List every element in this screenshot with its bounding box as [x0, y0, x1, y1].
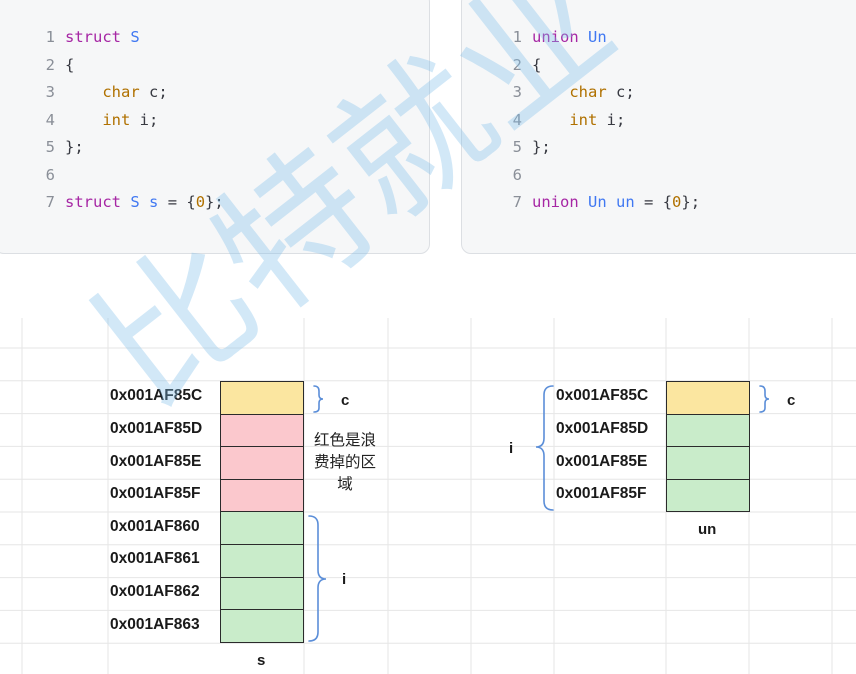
union-c-brace: [759, 385, 770, 413]
union-i-label: i: [509, 440, 513, 457]
struct-c-brace: [313, 385, 324, 413]
union-i-brace: [535, 385, 554, 511]
brace-layer: c i c i: [308, 385, 795, 642]
union-c-label: c: [787, 392, 795, 409]
struct-i-brace: [308, 515, 327, 642]
struct-i-label: i: [342, 571, 346, 588]
struct-c-label: c: [341, 392, 349, 409]
